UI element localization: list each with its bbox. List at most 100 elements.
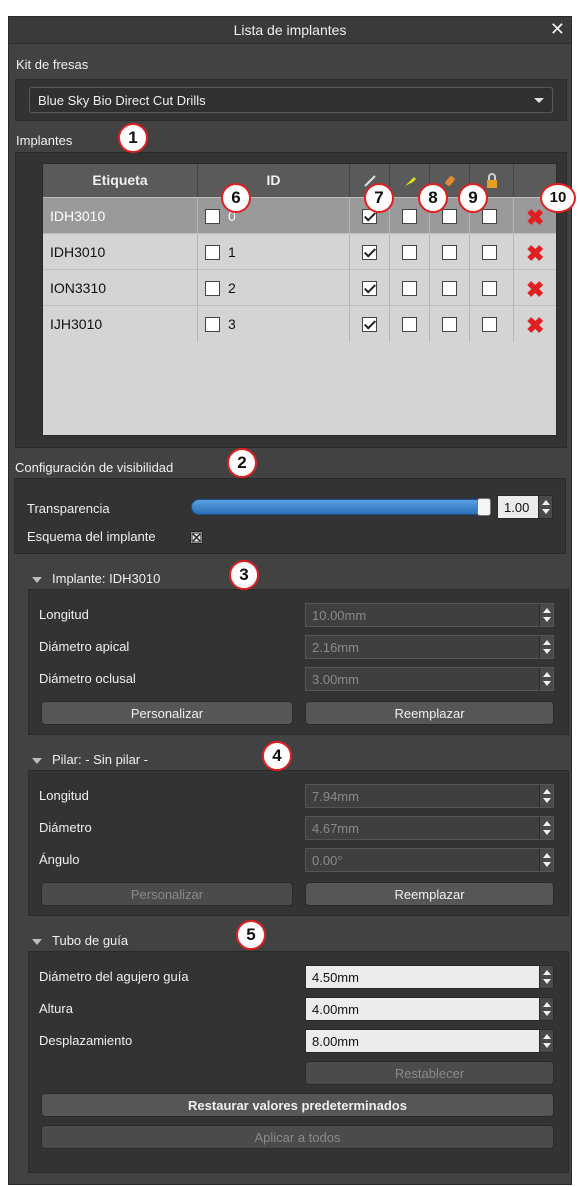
- spin-buttons[interactable]: [539, 668, 553, 690]
- option-checkbox[interactable]: [402, 245, 417, 260]
- implant-panel: Longitud 10.00mm Diámetro apical 2.16mm …: [28, 589, 569, 735]
- implant-section-header[interactable]: Implante: IDH3010: [32, 571, 160, 586]
- callout-badge: 6: [221, 183, 251, 213]
- occlusal-diameter-label: Diámetro oclusal: [39, 671, 136, 686]
- callout-badge: 3: [229, 560, 259, 590]
- table-row[interactable]: IDH3010 1 ✖: [43, 233, 558, 270]
- occlusal-diameter-field[interactable]: 3.00mm: [305, 667, 554, 691]
- delete-x-icon[interactable]: ✖: [526, 308, 544, 344]
- implant-label: IDH3010: [43, 234, 198, 270]
- implants-label: Implantes: [16, 133, 73, 148]
- window-title: Lista de implantes: [233, 22, 347, 38]
- spin-buttons[interactable]: [539, 604, 553, 626]
- delete-x-icon[interactable]: ✖: [526, 236, 544, 272]
- id-checkbox[interactable]: [205, 317, 220, 332]
- visible-checkbox[interactable]: [362, 317, 377, 332]
- option-checkbox[interactable]: [442, 281, 457, 296]
- implant-label: IDH3010: [43, 198, 198, 234]
- lock-cell: [470, 270, 514, 306]
- abutment-length-value: 7.94mm: [312, 789, 359, 804]
- apical-diameter-field[interactable]: 2.16mm: [305, 635, 554, 659]
- id-checkbox[interactable]: [205, 209, 220, 224]
- collapse-triangle-icon: [32, 576, 42, 583]
- col-header-id[interactable]: ID: [198, 164, 350, 197]
- lock-cell: [470, 234, 514, 270]
- abutment-angle-label: Ángulo: [39, 852, 80, 867]
- height-value: 4.00mm: [312, 1002, 359, 1017]
- implant-id: 2: [228, 280, 236, 296]
- offset-label: Desplazamiento: [39, 1033, 133, 1048]
- option-cell: [430, 306, 470, 342]
- abutment-diameter-value: 4.67mm: [312, 821, 359, 836]
- id-checkbox[interactable]: [205, 281, 220, 296]
- guide-tube-section-header[interactable]: Tubo de guía: [32, 933, 128, 948]
- apply-to-all-button[interactable]: Aplicar a todos: [41, 1125, 554, 1149]
- spin-buttons[interactable]: [539, 636, 553, 658]
- option-checkbox[interactable]: [402, 281, 417, 296]
- restore-defaults-button[interactable]: Restaurar valores predeterminados: [41, 1093, 554, 1117]
- implant-length-label: Longitud: [39, 607, 89, 622]
- abutment-angle-field[interactable]: 0.00°: [305, 848, 554, 872]
- option-checkbox[interactable]: [402, 317, 417, 332]
- implant-outline-label: Esquema del implante: [27, 529, 156, 544]
- abutment-customize-button[interactable]: Personalizar: [41, 882, 293, 906]
- abutment-diameter-field[interactable]: 4.67mm: [305, 816, 554, 840]
- drill-kit-select[interactable]: Blue Sky Bio Direct Cut Drills: [29, 87, 553, 113]
- implant-label: IJH3010: [43, 306, 198, 342]
- implant-replace-button[interactable]: Reemplazar: [305, 701, 554, 725]
- delete-cell: ✖: [514, 234, 558, 270]
- callout-badge: 8: [418, 183, 448, 213]
- abutment-section-header[interactable]: Pilar: - Sin pilar -: [32, 752, 148, 767]
- height-field[interactable]: 4.00mm: [305, 997, 554, 1021]
- col-header-label[interactable]: Etiqueta: [43, 164, 198, 197]
- abutment-length-field[interactable]: 7.94mm: [305, 784, 554, 808]
- spin-buttons[interactable]: [539, 785, 553, 807]
- option-cell: [430, 270, 470, 306]
- id-checkbox[interactable]: [205, 245, 220, 260]
- transparency-slider[interactable]: [191, 499, 487, 515]
- delete-x-icon[interactable]: ✖: [526, 272, 544, 308]
- callout-badge: 10: [540, 183, 576, 213]
- spin-buttons[interactable]: [539, 966, 553, 988]
- spin-buttons[interactable]: [539, 849, 553, 871]
- visible-cell: [350, 306, 390, 342]
- height-label: Altura: [39, 1001, 73, 1016]
- offset-value: 8.00mm: [312, 1034, 359, 1049]
- option-checkbox[interactable]: [402, 209, 417, 224]
- drill-kit-panel: Blue Sky Bio Direct Cut Drills: [15, 79, 567, 121]
- implant-length-value: 10.00mm: [312, 608, 367, 623]
- abutment-replace-button[interactable]: Reemplazar: [305, 882, 554, 906]
- lock-checkbox[interactable]: [482, 209, 497, 224]
- spin-buttons[interactable]: [538, 496, 552, 518]
- guide-hole-diameter-field[interactable]: 4.50mm: [305, 965, 554, 989]
- visible-cell: [350, 270, 390, 306]
- visible-checkbox[interactable]: [362, 245, 377, 260]
- implant-id-cell: 3: [198, 306, 350, 342]
- drill-kit-value: Blue Sky Bio Direct Cut Drills: [38, 93, 206, 108]
- occlusal-diameter-value: 3.00mm: [312, 672, 359, 687]
- visibility-panel: Transparencia 1.00 Esquema del implante: [14, 478, 566, 554]
- spin-buttons[interactable]: [539, 998, 553, 1020]
- visible-checkbox[interactable]: [362, 281, 377, 296]
- transparency-spinbox[interactable]: 1.00: [497, 495, 553, 519]
- reset-button[interactable]: Restablecer: [305, 1061, 554, 1085]
- lock-checkbox[interactable]: [482, 317, 497, 332]
- spin-buttons[interactable]: [539, 817, 553, 839]
- close-icon[interactable]: ✕: [550, 19, 565, 40]
- option-checkbox[interactable]: [442, 209, 457, 224]
- implant-outline-checkbox[interactable]: [190, 531, 203, 544]
- implant-id: 3: [228, 316, 236, 332]
- offset-field[interactable]: 8.00mm: [305, 1029, 554, 1053]
- implant-customize-button[interactable]: Personalizar: [41, 701, 293, 725]
- option-checkbox[interactable]: [442, 245, 457, 260]
- transparency-value: 1.00: [504, 500, 530, 515]
- option-checkbox[interactable]: [442, 317, 457, 332]
- table-row[interactable]: IJH3010 3 ✖: [43, 305, 556, 344]
- transparency-slider-handle[interactable]: [477, 498, 491, 516]
- abutment-section-title: Pilar: - Sin pilar -: [52, 752, 149, 767]
- spin-buttons[interactable]: [539, 1030, 553, 1052]
- table-row[interactable]: ION3310 2 ✖: [43, 269, 556, 308]
- lock-checkbox[interactable]: [482, 245, 497, 260]
- lock-checkbox[interactable]: [482, 281, 497, 296]
- implant-length-field[interactable]: 10.00mm: [305, 603, 554, 627]
